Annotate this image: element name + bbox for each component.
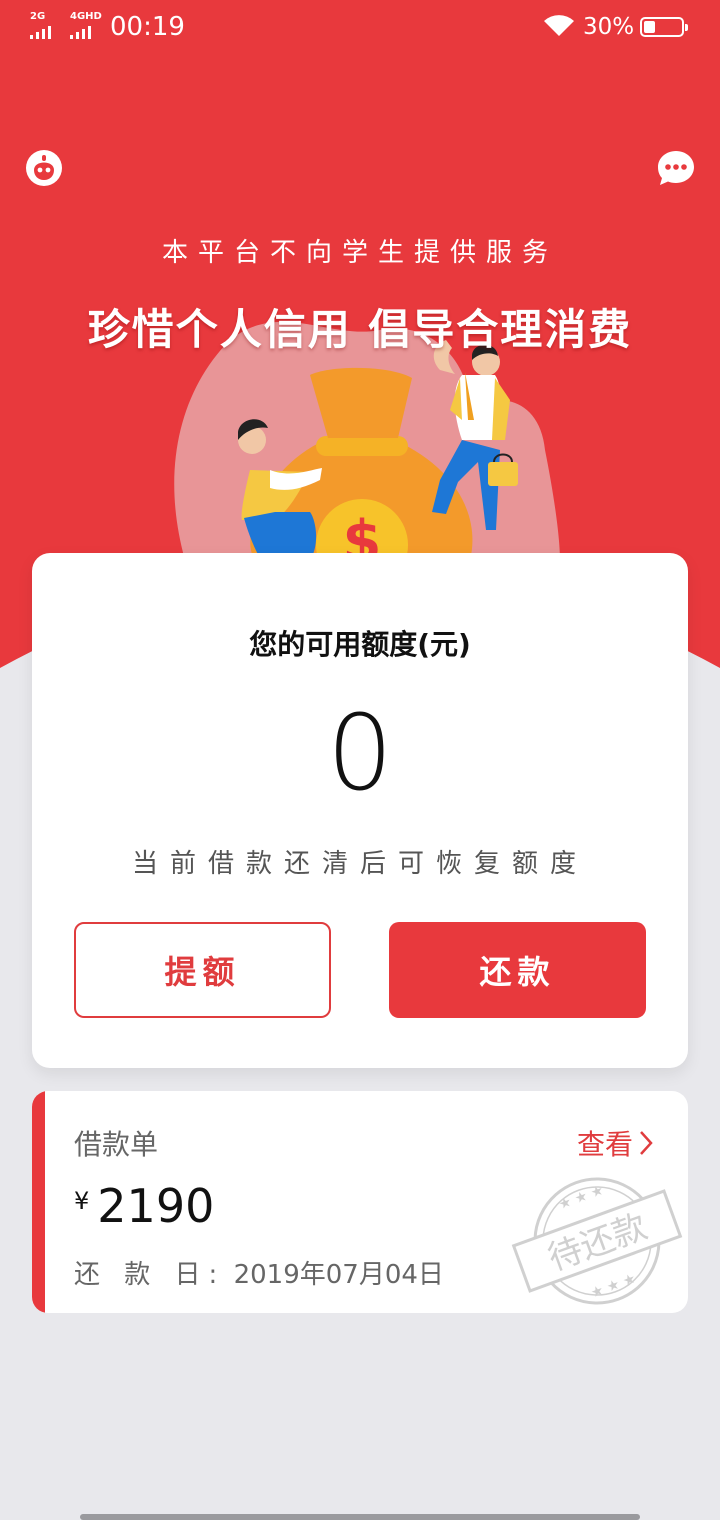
due-date-row: 还 款 日: 2019年07月04日	[74, 1254, 444, 1291]
repay-button[interactable]: 还款	[389, 922, 646, 1018]
loan-card[interactable]: 借款单 查看 ¥ 2190 还 款 日: 2019年07月04日 待还款 ★ ★…	[32, 1091, 688, 1313]
chevron-right-icon	[640, 1131, 653, 1155]
credit-card: 您的可用额度(元) 0 当前借款还清后可恢复额度 提额 还款	[32, 553, 688, 1068]
pending-repayment-stamp: 待还款 ★ ★ ★ ★ ★ ★	[511, 1177, 683, 1305]
clock: 00:19	[110, 12, 185, 42]
network-label: 4GHD	[70, 11, 102, 22]
view-loan-link[interactable]: 查看	[577, 1123, 653, 1163]
network-label: 2G	[30, 11, 46, 22]
loan-amount: ¥ 2190	[74, 1179, 214, 1233]
wifi-icon	[544, 15, 574, 36]
loan-amount-value: 2190	[97, 1179, 215, 1233]
slogan: 珍惜个人信用 倡导合理消费	[87, 305, 633, 354]
credit-title: 您的可用额度(元)	[249, 628, 471, 661]
student-notice: 本平台不向学生提供服务	[161, 238, 558, 268]
svg-text:★ ★ ★: ★ ★ ★	[589, 1271, 638, 1302]
status-bar: 2G 4GHD 00:19 30%	[0, 0, 720, 56]
battery-level	[644, 21, 655, 33]
due-date-value: 2019年07月04日	[233, 1260, 444, 1290]
robot-service-icon[interactable]	[24, 148, 64, 188]
credit-amount: 0	[326, 692, 394, 814]
gesture-nav-bar[interactable]	[80, 1514, 640, 1520]
loan-title: 借款单	[74, 1128, 159, 1161]
loan-accent-bar	[32, 1091, 45, 1313]
battery-icon	[640, 17, 688, 37]
due-date-label: 还 款 日:	[74, 1260, 226, 1290]
battery-percent: 30%	[583, 14, 635, 40]
signal-bars-icon	[70, 26, 91, 39]
currency-symbol: ¥	[74, 1187, 90, 1215]
signal-bars-icon	[30, 26, 51, 39]
chat-bubble-icon[interactable]	[656, 148, 696, 188]
raise-limit-button[interactable]: 提额	[74, 922, 331, 1018]
credit-hint: 当前借款还清后可恢复额度	[131, 849, 588, 879]
view-label: 查看	[577, 1128, 634, 1161]
